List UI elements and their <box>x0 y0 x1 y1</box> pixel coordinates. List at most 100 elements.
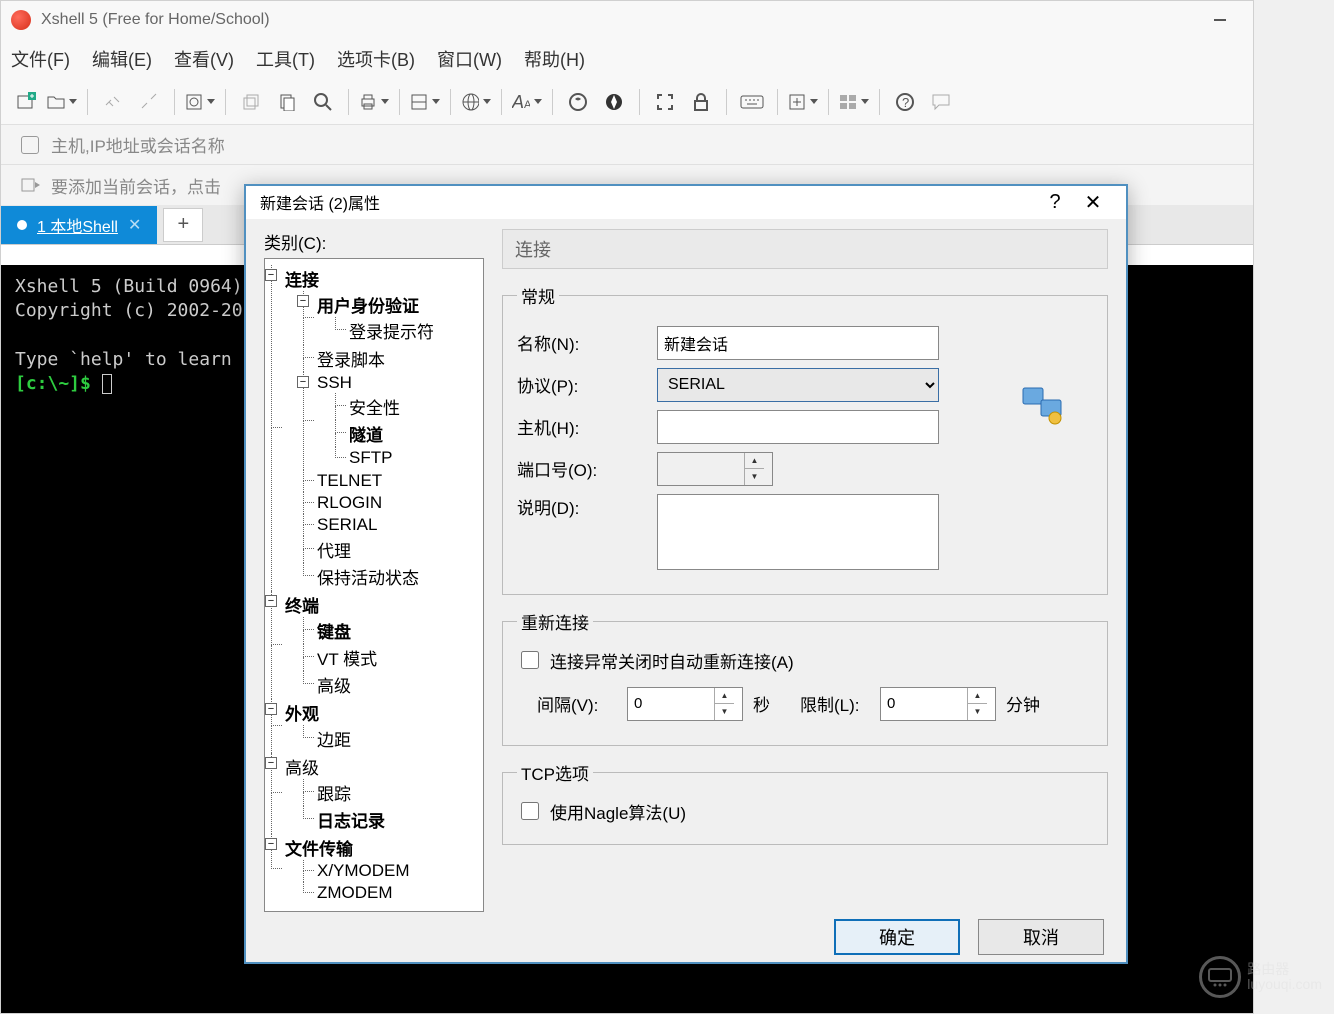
protocol-select[interactable]: SERIAL <box>657 368 939 402</box>
tab-status-icon <box>17 220 27 230</box>
tree-auth[interactable]: 用户身份验证 <box>317 297 419 316</box>
encoding-icon[interactable] <box>410 87 440 117</box>
copy-session-icon[interactable] <box>236 87 266 117</box>
menu-tools[interactable]: 工具(T) <box>256 46 315 72</box>
host-input <box>657 410 939 444</box>
panel-header: 连接 <box>502 229 1108 269</box>
tree-connection[interactable]: 连接 <box>285 271 319 290</box>
compass-icon[interactable] <box>599 87 629 117</box>
nagle-checkbox[interactable] <box>521 802 539 820</box>
menu-view[interactable]: 查看(V) <box>174 46 234 72</box>
keyboard-icon[interactable] <box>737 87 767 117</box>
tree-telnet[interactable]: TELNET <box>317 471 382 490</box>
globe-icon[interactable] <box>461 87 491 117</box>
toolbar-separator <box>552 89 553 115</box>
lock-icon[interactable] <box>686 87 716 117</box>
xshell-mode-icon[interactable] <box>563 87 593 117</box>
expand-icon[interactable]: − <box>265 269 277 281</box>
watermark-icon <box>1199 956 1241 998</box>
interval-spinner[interactable]: ▲▼ <box>627 687 743 721</box>
tree-advanced-t[interactable]: 高级 <box>317 677 351 696</box>
tree-zmodem[interactable]: ZMODEM <box>317 883 393 902</box>
limit-spinner[interactable]: ▲▼ <box>880 687 996 721</box>
toolbar-separator <box>501 89 502 115</box>
tree-ssh[interactable]: SSH <box>317 373 352 392</box>
disconnect-icon[interactable] <box>134 87 164 117</box>
tree-login-prompt[interactable]: 登录提示符 <box>349 323 434 342</box>
spinner-up-icon[interactable]: ▲ <box>715 688 734 705</box>
tree-keepalive[interactable]: 保持活动状态 <box>317 569 419 588</box>
copy-icon[interactable] <box>272 87 302 117</box>
svg-text:A: A <box>512 92 524 112</box>
feedback-icon[interactable] <box>926 87 956 117</box>
menu-tabs[interactable]: 选项卡(B) <box>337 46 415 72</box>
tree-vt[interactable]: VT 模式 <box>317 650 377 669</box>
expand-icon[interactable]: − <box>265 703 277 715</box>
open-folder-icon[interactable] <box>47 87 77 117</box>
minimize-button[interactable] <box>1197 5 1243 35</box>
spinner-down-icon[interactable]: ▼ <box>715 704 734 720</box>
auto-reconnect-label: 连接异常关闭时自动重新连接(A) <box>550 648 794 673</box>
dialog-help-button[interactable]: ? <box>1036 187 1074 217</box>
tree-trace[interactable]: 跟踪 <box>317 785 351 804</box>
tree-login-script[interactable]: 登录脚本 <box>317 351 385 370</box>
ok-button[interactable]: 确定 <box>834 919 960 955</box>
tree-xymodem[interactable]: X/YMODEM <box>317 861 410 880</box>
layout-icon[interactable] <box>839 87 869 117</box>
new-tab-button[interactable]: + <box>163 208 203 242</box>
auto-reconnect-checkbox[interactable] <box>521 651 539 669</box>
spinner-down-icon[interactable]: ▼ <box>968 704 987 720</box>
search-icon[interactable] <box>308 87 338 117</box>
tree-proxy[interactable]: 代理 <box>317 542 351 561</box>
cancel-button[interactable]: 取消 <box>978 919 1104 955</box>
toolbar-separator <box>639 89 640 115</box>
menu-edit[interactable]: 编辑(E) <box>92 46 152 72</box>
tree-rlogin[interactable]: RLOGIN <box>317 493 382 512</box>
print-icon[interactable] <box>359 87 389 117</box>
tree-tunnel[interactable]: 隧道 <box>349 426 383 445</box>
desc-textarea[interactable] <box>657 494 939 570</box>
fieldset-tcp: TCP选项 使用Nagle算法(U) <box>502 760 1108 845</box>
tree-advanced[interactable]: 高级 <box>285 759 319 778</box>
expand-icon[interactable]: − <box>265 838 277 850</box>
watermark-brand: 路由器 <box>1247 962 1322 977</box>
tree-security[interactable]: 安全性 <box>349 399 400 418</box>
new-window-icon[interactable] <box>788 87 818 117</box>
properties-icon[interactable] <box>185 87 215 117</box>
address-placeholder: 主机,IP地址或会话名称 <box>51 132 225 157</box>
tab-active[interactable]: 1 本地Shell ✕ <box>1 206 157 244</box>
menu-file[interactable]: 文件(F) <box>11 46 70 72</box>
address-bar[interactable]: 主机,IP地址或会话名称 <box>1 125 1253 165</box>
tree-serial[interactable]: SERIAL <box>317 515 377 534</box>
connect-icon[interactable] <box>98 87 128 117</box>
tree-logging[interactable]: 日志记录 <box>317 812 385 831</box>
new-session-icon[interactable] <box>11 87 41 117</box>
tree-terminal[interactable]: 终端 <box>285 597 319 616</box>
legend-reconnect: 重新连接 <box>517 609 593 634</box>
expand-icon[interactable]: − <box>297 376 309 388</box>
desc-label: 说明(D): <box>517 494 657 519</box>
expand-icon[interactable]: − <box>297 295 309 307</box>
expand-icon[interactable]: − <box>265 595 277 607</box>
tree-margin[interactable]: 边距 <box>317 731 351 750</box>
category-label: 类别(C): <box>264 229 484 254</box>
limit-input[interactable] <box>881 688 967 720</box>
name-input[interactable] <box>657 326 939 360</box>
tab-close-icon[interactable]: ✕ <box>128 215 141 235</box>
font-icon[interactable]: AA <box>512 87 542 117</box>
tree-sftp[interactable]: SFTP <box>349 448 392 467</box>
category-tree[interactable]: −连接 −用户身份验证 登录提示符 登录脚本 −SSH 安全性 隧道 SFTP <box>264 258 484 912</box>
fullscreen-icon[interactable] <box>650 87 680 117</box>
menu-window[interactable]: 窗口(W) <box>437 46 502 72</box>
toolbar-separator <box>225 89 226 115</box>
tree-keyboard[interactable]: 键盘 <box>317 623 351 642</box>
spinner-up-icon[interactable]: ▲ <box>968 688 987 705</box>
dialog-close-button[interactable]: ✕ <box>1074 187 1112 217</box>
help-icon[interactable]: ? <box>890 87 920 117</box>
expand-icon[interactable]: − <box>265 757 277 769</box>
menu-help[interactable]: 帮助(H) <box>524 46 585 72</box>
tree-filetransfer[interactable]: 文件传输 <box>285 840 353 859</box>
dialog-title: 新建会话 (2)属性 <box>260 190 1036 214</box>
interval-input[interactable] <box>628 688 714 720</box>
tree-appearance[interactable]: 外观 <box>285 705 319 724</box>
